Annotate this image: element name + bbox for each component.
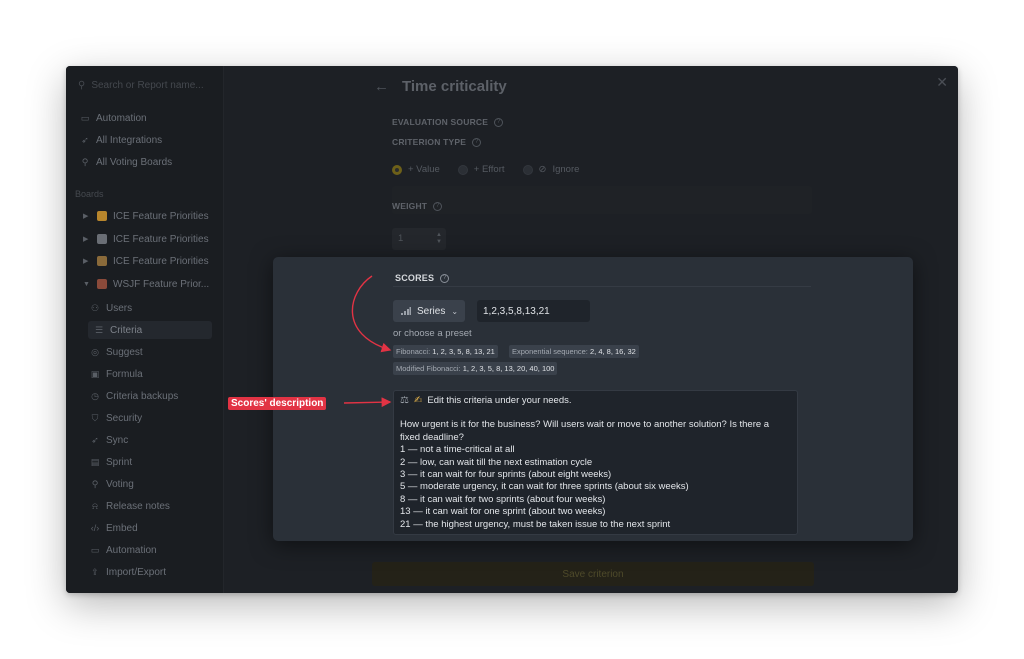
expand-triangle-icon[interactable]: ▶ xyxy=(83,212,91,220)
preset-chip-fibonacci[interactable]: Fibonacci: 1, 2, 3, 5, 8, 13, 21 xyxy=(393,345,498,358)
sidebar-item-voting[interactable]: ⚲ Voting xyxy=(90,475,134,493)
preset-label: or choose a preset xyxy=(393,328,472,339)
radio-indicator xyxy=(457,164,468,175)
sidebar-item-suggest[interactable]: ◎ Suggest xyxy=(90,343,143,361)
criterion-type-options: + Value + Effort ⊘ Ignore xyxy=(392,164,579,175)
scores-panel: SCORES ? Series ⌄ or choose a preset Fib… xyxy=(273,257,913,541)
weight-stepper[interactable]: 1 ▲ ▼ xyxy=(392,228,446,250)
sprint-icon: ▤ xyxy=(90,456,100,467)
backup-icon: ◷ xyxy=(91,390,99,401)
shield-icon: ⛉ xyxy=(91,412,99,423)
series-dropdown[interactable]: Series ⌄ xyxy=(393,300,465,322)
formula-icon: ▣ xyxy=(90,368,100,379)
scales-icon: ⚖ xyxy=(400,395,409,406)
sidebar-item-criteria-backups[interactable]: ◷ Criteria backups xyxy=(90,387,178,405)
criteria-icon: ☰ xyxy=(94,324,104,335)
radio-indicator xyxy=(522,164,533,175)
help-icon[interactable]: ? xyxy=(433,201,443,211)
board-item[interactable]: ▶ ICE Feature Priorities xyxy=(83,207,209,225)
search-icon: ⚲ xyxy=(78,80,86,91)
sidebar-search[interactable]: ⚲ Search or Report name... xyxy=(78,80,204,91)
collapse-triangle-icon[interactable]: ▼ xyxy=(83,281,91,288)
weight-row xyxy=(392,186,812,214)
scores-label: SCORES ? xyxy=(395,273,450,283)
sidebar-item-automation[interactable]: ▭ Automation xyxy=(80,109,147,127)
back-arrow-icon[interactable]: ← xyxy=(374,78,389,95)
description-header: ⚖ ✍ Edit this criteria under your needs. xyxy=(400,395,572,406)
description-line: 3 — it can wait for four sprints (about … xyxy=(400,469,612,481)
bar-chart-icon xyxy=(401,307,411,315)
expand-triangle-icon[interactable]: ▶ xyxy=(83,235,91,243)
sidebar: ⚲ Search or Report name... ▭ Automation … xyxy=(66,66,224,593)
sidebar-item-all-integrations[interactable]: ➶ All Integrations xyxy=(80,131,162,149)
ignore-icon: ⊘ xyxy=(538,164,547,175)
help-icon[interactable]: ? xyxy=(494,117,504,127)
board-item[interactable]: ▶ ICE Feature Priorities xyxy=(83,252,209,270)
description-line: 5 — moderate urgency, it can wait for th… xyxy=(400,481,689,493)
code-icon: ‹/› xyxy=(90,523,100,533)
writing-hand-icon: ✍ xyxy=(413,395,423,406)
description-line: 13 — it can wait for one sprint (about t… xyxy=(400,506,606,518)
import-icon: ⇪ xyxy=(91,566,99,577)
description-line: 1 — not a time-critical at all xyxy=(400,444,515,456)
board-item[interactable]: ▶ ICE Feature Priorities xyxy=(83,230,209,248)
stepper-arrows-icon[interactable]: ▲ ▼ xyxy=(436,232,442,246)
sidebar-item-sprint[interactable]: ▤ Sprint xyxy=(90,453,132,471)
page-title: Time criticality xyxy=(402,78,507,95)
criterion-type-label: CRITERION TYPE ? xyxy=(392,137,482,147)
sidebar-item-users[interactable]: ⚇ Users xyxy=(90,299,132,317)
boards-section-label: Boards xyxy=(75,189,104,199)
description-line: 8 — it can wait for two sprints (about f… xyxy=(400,493,606,505)
chevron-down-icon: ⌄ xyxy=(451,306,459,316)
sidebar-item-security[interactable]: ⛉ Security xyxy=(90,409,143,427)
target-emoji-icon xyxy=(97,279,107,289)
sidebar-item-all-voting-boards[interactable]: ⚲ All Voting Boards xyxy=(80,153,172,171)
bell-icon: ⍾ xyxy=(92,500,98,511)
hand-emoji-icon xyxy=(97,211,107,221)
scores-description-textarea[interactable]: ⚖ ✍ Edit this criteria under your needs.… xyxy=(393,390,798,535)
help-icon[interactable]: ? xyxy=(472,137,482,147)
suggest-icon: ◎ xyxy=(91,346,99,357)
series-values-input[interactable] xyxy=(477,300,590,322)
sidebar-item-sync[interactable]: ➶ Sync xyxy=(90,431,128,449)
description-question: How urgent is it for the business? Will … xyxy=(400,419,770,443)
description-line: 2 — low, can wait till the next estimati… xyxy=(400,456,593,468)
close-icon[interactable]: ✕ xyxy=(936,74,948,91)
radio-selected-indicator xyxy=(392,164,402,175)
scores-divider xyxy=(393,265,811,287)
radio-value[interactable]: + Value xyxy=(392,164,440,175)
annotation-label: Scores' description xyxy=(228,397,327,410)
rocket-emoji-icon xyxy=(97,256,107,266)
sync-icon: ➶ xyxy=(91,434,99,445)
sidebar-item-import-export[interactable]: ⇪ Import/Export xyxy=(90,563,166,581)
sidebar-item-formula[interactable]: ▣ Formula xyxy=(90,365,143,383)
weight-label: WEIGHT ? xyxy=(392,201,443,211)
evaluation-source-label: EVALUATION SOURCE ? xyxy=(392,117,504,127)
board-item-wsjf[interactable]: ▼ WSJF Feature Prior... xyxy=(83,275,209,293)
calendar-icon: ▭ xyxy=(80,112,90,123)
radio-effort[interactable]: + Effort xyxy=(457,164,505,175)
users-icon: ⚇ xyxy=(90,302,100,313)
voting-icon: ⚲ xyxy=(91,478,99,489)
calendar-icon: ▭ xyxy=(90,544,100,555)
sidebar-item-criteria[interactable]: ☰ Criteria xyxy=(88,321,212,339)
sidebar-item-release-notes[interactable]: ⍾ Release notes xyxy=(90,497,170,515)
search-placeholder: Search or Report name... xyxy=(91,80,204,91)
preset-chip-modified-fibonacci[interactable]: Modified Fibonacci: 1, 2, 3, 5, 8, 13, 2… xyxy=(393,362,558,375)
radio-ignore[interactable]: ⊘ Ignore xyxy=(522,164,579,175)
description-line: 21 — the highest urgency, must be taken … xyxy=(400,518,671,530)
sidebar-item-embed[interactable]: ‹/› Embed xyxy=(90,519,138,537)
pin-icon: ⚲ xyxy=(81,156,89,167)
save-criterion-button[interactable]: Save criterion xyxy=(372,562,814,586)
sidebar-item-automation-board[interactable]: ▭ Automation xyxy=(90,541,157,559)
preset-chip-exponential[interactable]: Exponential sequence: 2, 4, 8, 16, 32 xyxy=(509,345,639,358)
rocket-icon: ➶ xyxy=(81,134,89,145)
board-emoji-icon xyxy=(97,234,107,244)
expand-triangle-icon[interactable]: ▶ xyxy=(83,257,91,265)
help-icon[interactable]: ? xyxy=(440,273,450,283)
